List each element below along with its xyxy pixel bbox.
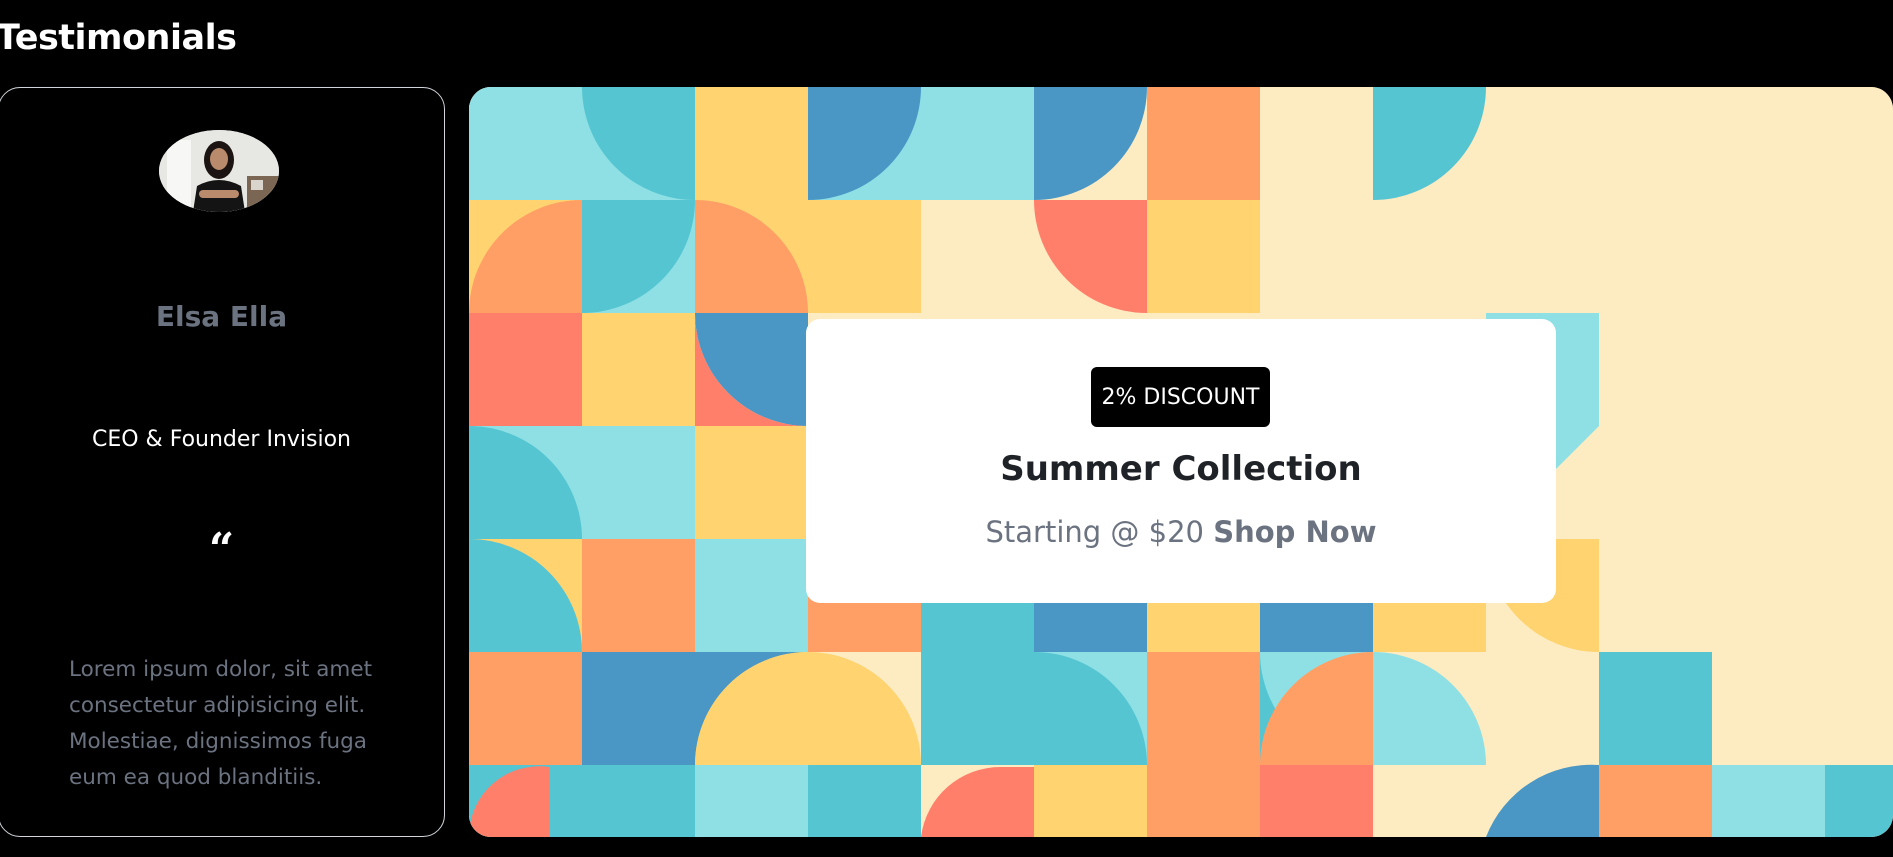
quote-icon: “: [208, 524, 235, 575]
price-text: Starting @ $20: [985, 515, 1204, 549]
shop-now-link[interactable]: Shop Now: [1213, 515, 1376, 549]
person-role: CEO & Founder Invision: [91, 427, 351, 452]
offer-title: Summer Collection: [1000, 449, 1362, 489]
offer-card: 2% DISCOUNT Summer Collection Starting @…: [806, 319, 1556, 603]
testimonial-text: Lorem ipsum dolor, sit amet consectetur …: [69, 657, 373, 790]
avatar: [159, 130, 279, 212]
person-name: Elsa Ella: [155, 300, 288, 333]
section-title: Testimonials: [0, 18, 237, 58]
discount-badge[interactable]: 2% DISCOUNT: [1091, 367, 1270, 427]
promo-banner: 2% DISCOUNT Summer Collection Starting @…: [469, 87, 1893, 837]
testimonial-card: Elsa Ella CEO & Founder Invision “ Lorem…: [0, 87, 445, 837]
offer-price-line: Starting @ $20 Shop Now: [806, 515, 1556, 549]
